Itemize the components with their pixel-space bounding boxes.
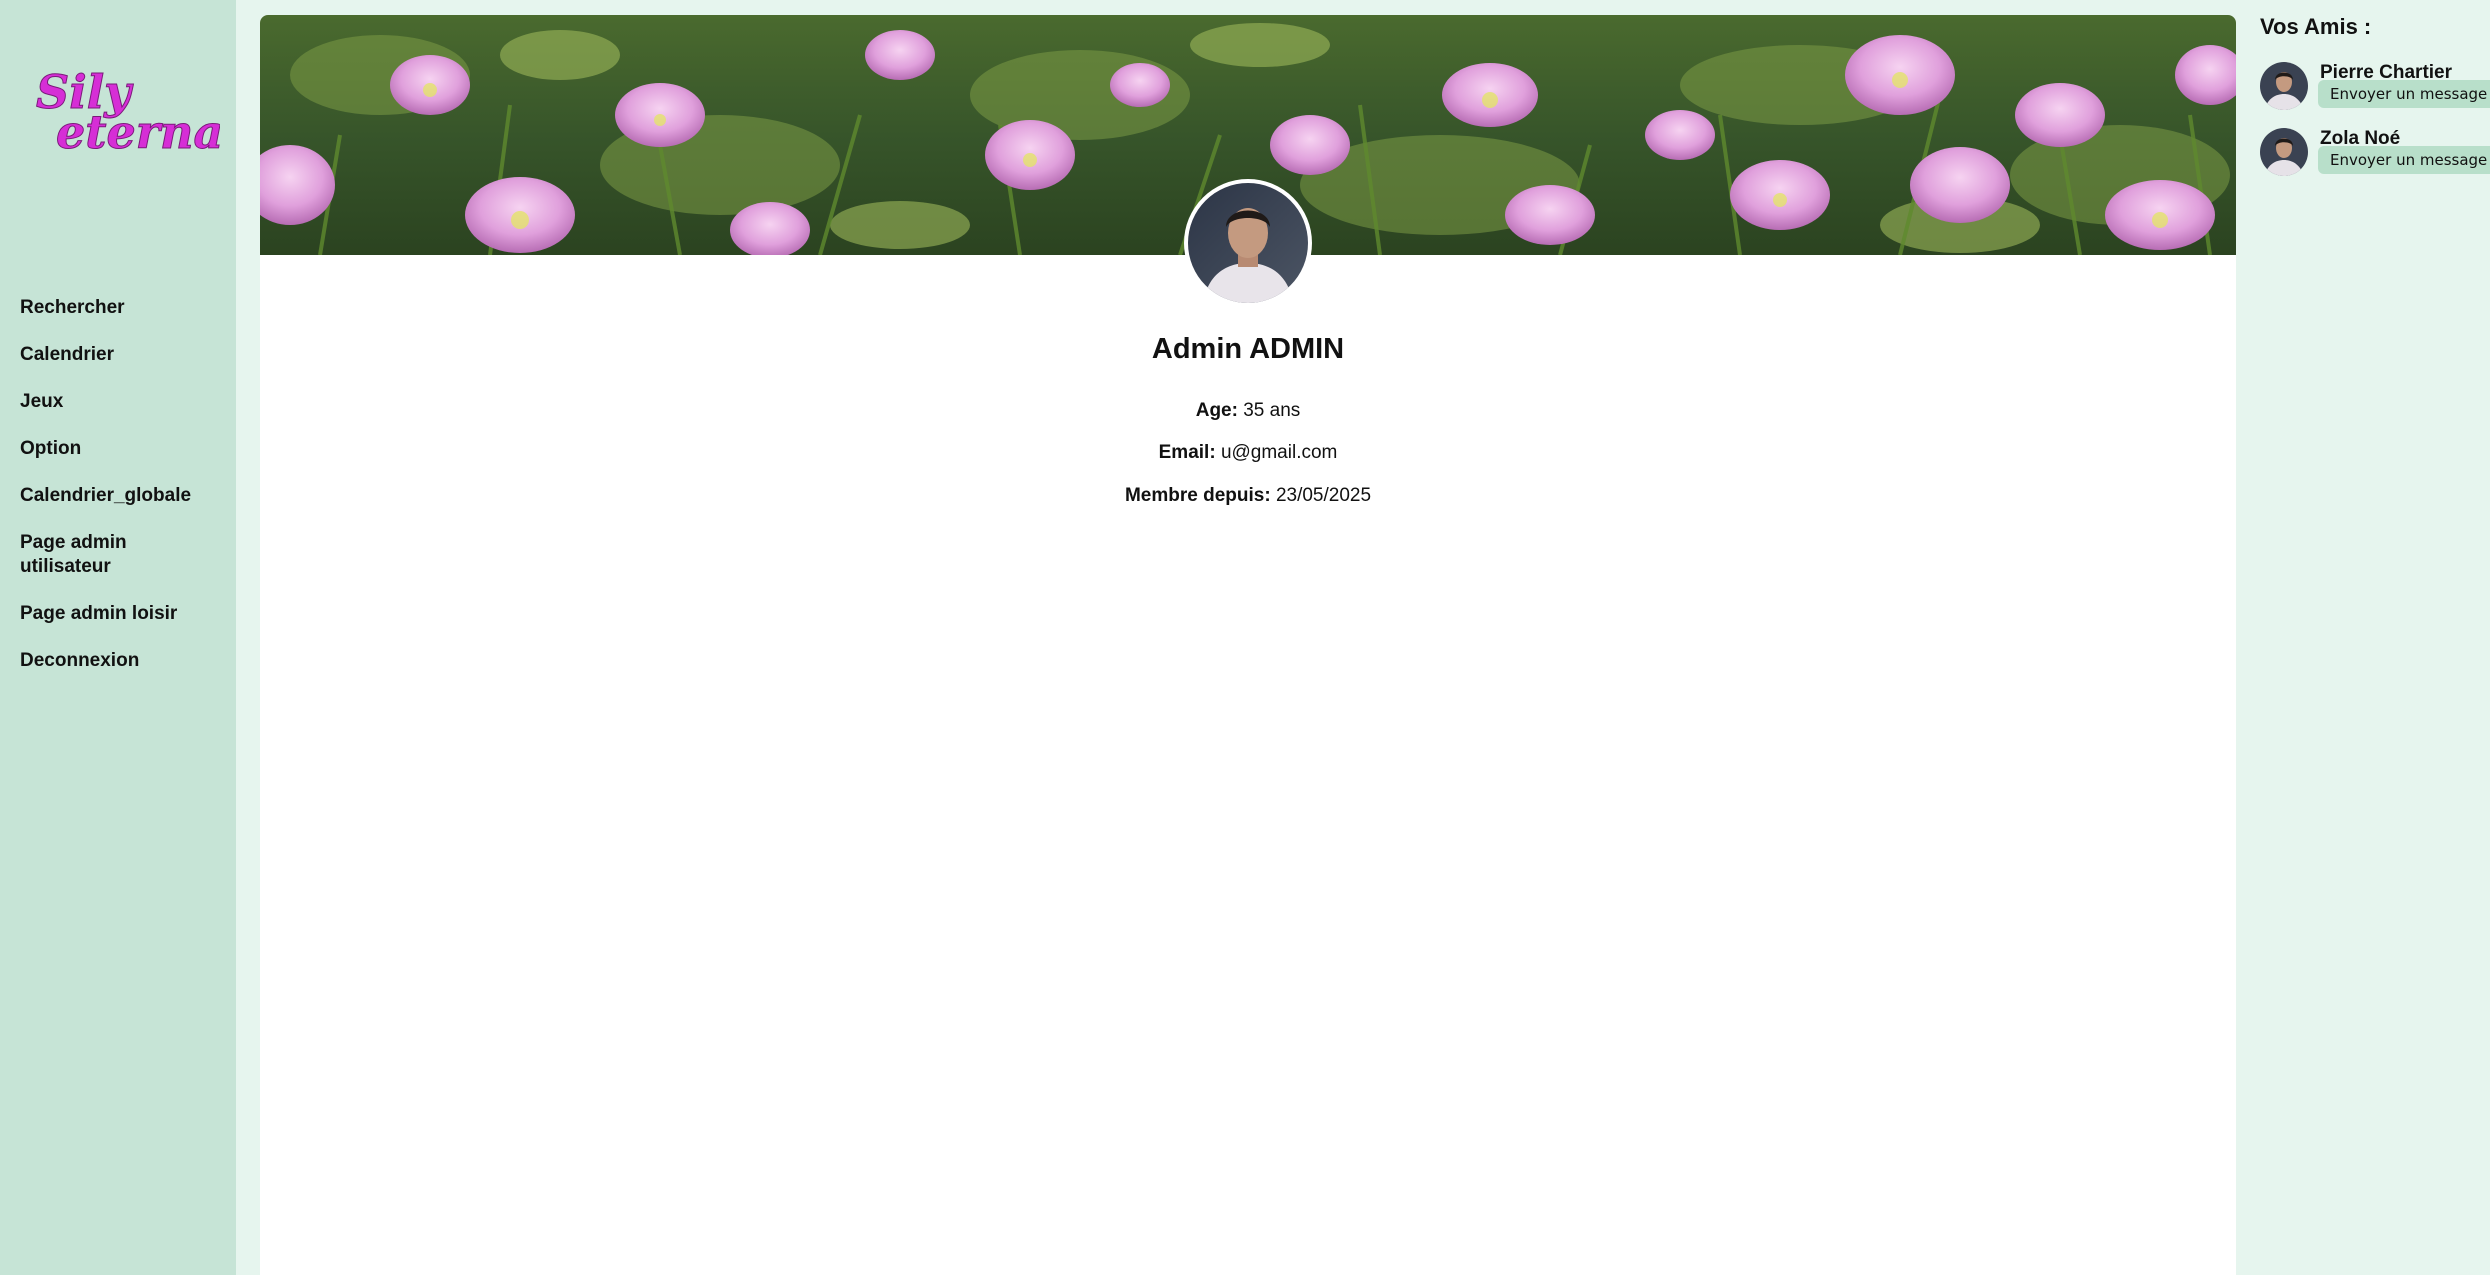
send-message-button[interactable]: Envoyer un message (2318, 146, 2490, 174)
friend-item: Pierre Chartier Envoyer un message (2260, 62, 2490, 112)
profile-avatar (1184, 179, 1312, 307)
age-value: 35 ans (1243, 400, 1301, 421)
sidebar-item-calendrier-globale[interactable]: Calendrier_globale (20, 484, 220, 508)
sidebar: Sily eterna Rechercher Calendrier Jeux O… (0, 0, 236, 1275)
profile-member-since: Membre depuis: 23/05/2025 (260, 485, 2236, 507)
profile-email: Email: u@gmail.com (260, 442, 2236, 464)
sidebar-item-calendrier[interactable]: Calendrier (20, 343, 220, 367)
profile-name: Admin ADMIN (1151, 333, 1345, 365)
sidebar-item-jeux[interactable]: Jeux (20, 390, 220, 414)
sidebar-item-page-admin-loisir[interactable]: Page admin loisir (20, 602, 220, 626)
friend-avatar[interactable] (2260, 62, 2308, 110)
sidebar-nav: Rechercher Calendrier Jeux Option Calend… (20, 296, 220, 696)
member-since-value: 23/05/2025 (1275, 485, 1372, 506)
profile-card: Admin ADMIN Age: 35 ans Email: u@gmail.c… (260, 15, 2236, 1275)
site-logo[interactable]: Sily eterna (30, 60, 224, 170)
member-since-label: Membre depuis: (1124, 485, 1271, 506)
sidebar-item-deconnexion[interactable]: Deconnexion (20, 649, 220, 673)
friends-panel: Vos Amis : Pierre Chartier Envoyer un me… (2236, 0, 2490, 1275)
friend-item: Zola Noé Envoyer un message (2260, 128, 2490, 178)
age-label: Age: (1195, 400, 1238, 421)
email-value: u@gmail.com (1220, 442, 1338, 463)
friends-title: Vos Amis : (2260, 14, 2372, 39)
sidebar-item-option[interactable]: Option (20, 437, 220, 461)
friend-avatar[interactable] (2260, 128, 2308, 176)
profile-age: Age: 35 ans (260, 400, 2236, 422)
logo-text-line2: eterna (56, 105, 220, 159)
email-label: Email: (1158, 442, 1216, 463)
sidebar-item-page-admin-utilisateur[interactable]: Page admin utilisateur (20, 531, 170, 579)
sidebar-item-rechercher[interactable]: Rechercher (20, 296, 220, 320)
send-message-button[interactable]: Envoyer un message (2318, 80, 2490, 108)
